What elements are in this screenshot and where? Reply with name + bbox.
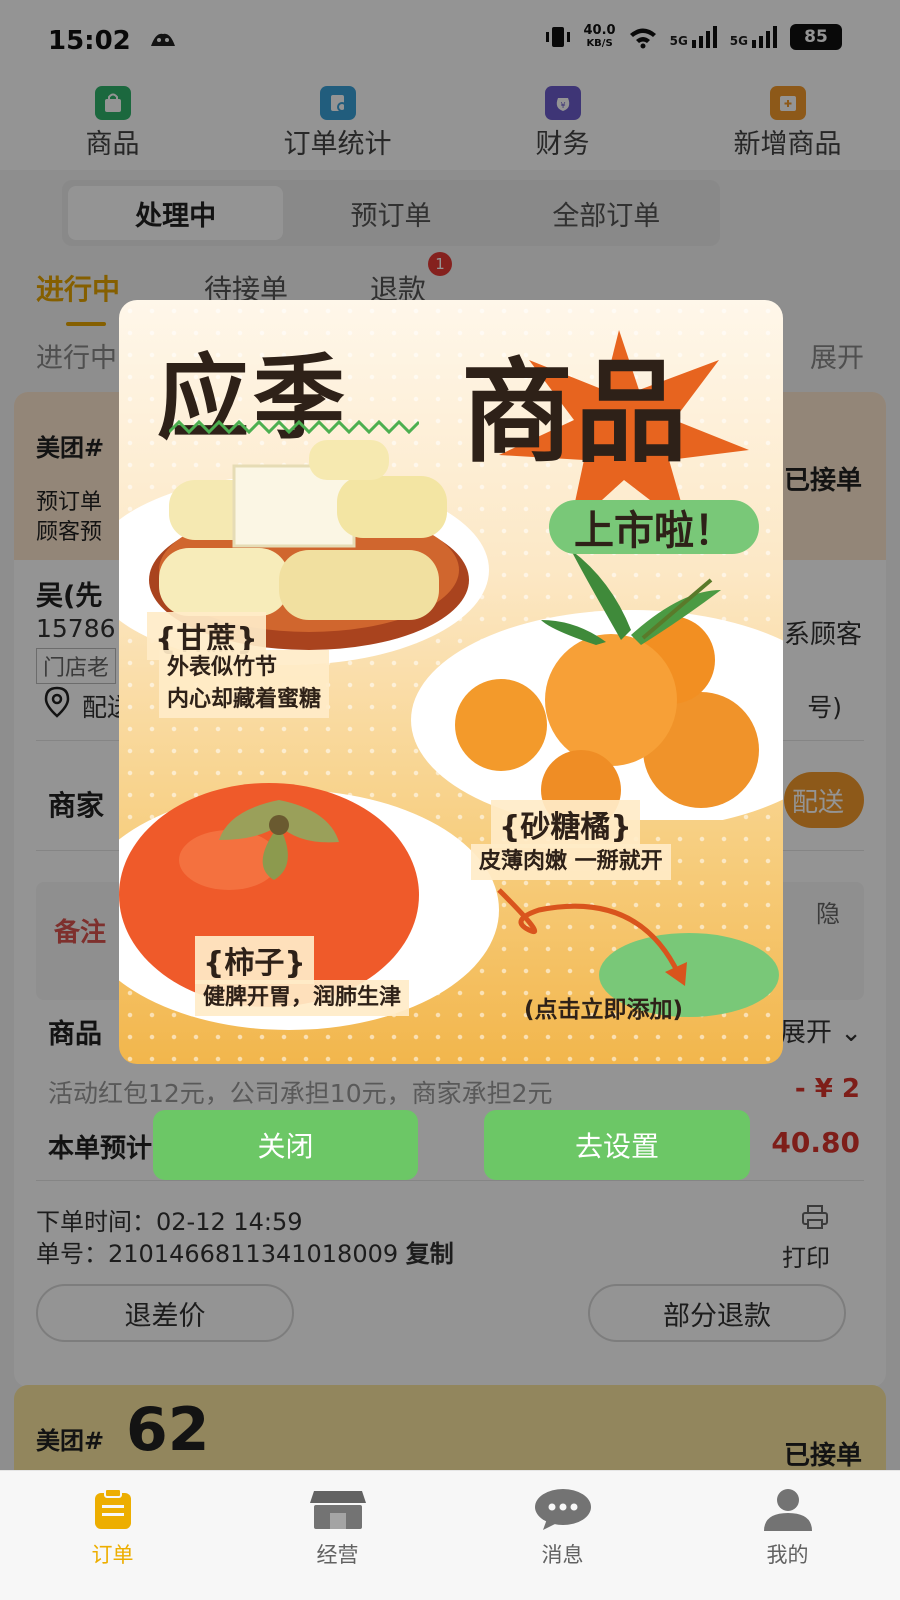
sugarcane-description: 外表似竹节 内心却藏着蜜糖 [159,650,330,718]
close-button[interactable]: 关闭 [153,1110,418,1180]
persimmon-label: {柿子} [195,936,314,984]
seasonal-products-poster[interactable]: 应季 商品 上市啦！ {甘蔗} 外表似竹节 内心却藏着蜜糖 {砂糖橘} 皮薄肉嫩… [119,300,783,1064]
mandarin-description: 皮薄肉嫩 一掰就开 [471,844,671,880]
persimmon-desc: 健脾开胃，润肺生津 [203,985,402,1010]
tabbar-dim [0,1470,900,1600]
persimmon-name: {柿子} [203,946,306,981]
go-settings-button[interactable]: 去设置 [484,1110,750,1180]
mandarin-name: {砂糖橘} [499,810,632,845]
mandarin-desc: 皮薄肉嫩 一掰就开 [479,849,663,874]
poster-tagline: 上市啦！ [549,500,759,554]
persimmon-description: 健脾开胃，润肺生津 [195,980,410,1016]
sugarcane-desc-line1: 外表似竹节 [167,655,278,680]
poster-title-products: 商品 [461,348,689,478]
mandarin-label: {砂糖橘} [491,800,640,848]
sugarcane-desc-line2: 内心却藏着蜜糖 [167,687,322,712]
zigzag-decoration [169,419,419,435]
add-now-cta[interactable]: (点击立即添加) [524,990,683,1024]
poster-title-seasonal: 应季 [157,345,350,452]
